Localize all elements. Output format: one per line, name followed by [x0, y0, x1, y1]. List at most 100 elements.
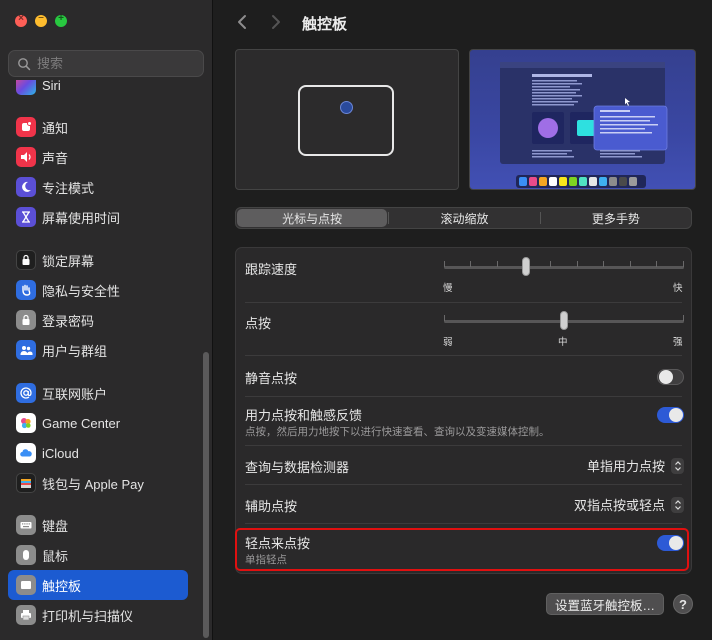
- sidebar-item-label: 隐私与安全性: [42, 283, 121, 299]
- sidebar-item-screen-time[interactable]: 屏幕使用时间: [8, 202, 188, 232]
- trackpad-gesture-preview: [235, 49, 459, 190]
- chevron-left-icon: [238, 15, 246, 29]
- sidebar-item-label: 钱包与 Apple Pay: [42, 476, 144, 492]
- toggle-thumb: [659, 370, 673, 384]
- sidebar-item-label: iCloud: [42, 445, 79, 461]
- sidebar-item-label: 触控板: [42, 578, 82, 594]
- sidebar-item-login-password[interactable]: 登录密码: [8, 305, 188, 335]
- sidebar-item-label: 登录密码: [42, 313, 95, 329]
- click-pressure-row: 点按 弱 中 强: [236, 303, 693, 355]
- sidebar-item-label: 用户与群组: [42, 343, 108, 359]
- slider-high-label: 强: [673, 337, 683, 348]
- sidebar-item-label: 屏幕使用时间: [42, 210, 121, 226]
- siri-icon: [16, 80, 36, 95]
- lookup-popup[interactable]: 单指用力点按: [587, 456, 684, 475]
- mouse-icon: [16, 545, 36, 565]
- tab-more-gestures[interactable]: 更多手势: [541, 208, 691, 228]
- printer-icon: [16, 605, 36, 625]
- sidebar-item-printers[interactable]: 打印机与扫描仪: [8, 600, 188, 630]
- keyboard-icon: [16, 515, 36, 535]
- tab-point-click[interactable]: 光标与点按: [237, 209, 388, 227]
- lookup-row: 查询与数据检测器 单指用力点按: [236, 446, 693, 484]
- close-window-button[interactable]: [15, 13, 27, 27]
- sidebar-list: Siri 通知 声音 专注模式 屏幕使用时间 锁定屏幕 隐私与安全性 登录密码 …: [0, 80, 200, 640]
- trackpad-icon: [16, 575, 36, 595]
- trackpad-illustration: [298, 85, 394, 156]
- silent-click-row: 静音点按: [236, 356, 693, 396]
- sidebar-item-label: 声音: [42, 150, 69, 166]
- sidebar-item-lock-screen[interactable]: 锁定屏幕: [8, 245, 188, 275]
- slider-min-label: 慢: [443, 283, 453, 294]
- tab-scroll-zoom[interactable]: 滚动缩放: [389, 208, 539, 228]
- sidebar-item-internet-accounts[interactable]: 互联网账户: [8, 378, 188, 408]
- lock-icon: [16, 310, 36, 330]
- chevron-updown-icon: [671, 496, 684, 513]
- sidebar-item-privacy[interactable]: 隐私与安全性: [8, 275, 188, 305]
- sidebar-item-mouse[interactable]: 鼠标: [8, 540, 188, 570]
- chevron-updown-icon: [671, 457, 684, 474]
- sidebar-item-label: Siri: [42, 80, 61, 93]
- sidebar-item-label: 锁定屏幕: [42, 253, 95, 269]
- sidebar-item-label: 专注模式: [42, 180, 95, 196]
- force-click-toggle[interactable]: [657, 407, 684, 423]
- sidebar-item-focus[interactable]: 专注模式: [8, 172, 188, 202]
- silent-click-label: 静音点按: [245, 371, 298, 386]
- search-input[interactable]: [37, 56, 197, 71]
- sidebar-item-users-groups[interactable]: 用户与群组: [8, 335, 188, 365]
- minimize-window-button[interactable]: [35, 12, 47, 27]
- sidebar-item-label: 键盘: [42, 518, 69, 534]
- zoom-window-button[interactable]: [55, 13, 67, 27]
- sidebar-item-label: Game Center: [42, 415, 121, 431]
- sidebar-item-label: 鼠标: [42, 548, 69, 564]
- page-title: 触控板: [302, 16, 348, 33]
- sidebar-item-sound[interactable]: 声音: [8, 142, 188, 172]
- force-click-label: 用力点按和触感反馈: [245, 408, 363, 423]
- back-button[interactable]: [232, 12, 252, 32]
- sidebar-item-notifications[interactable]: 通知: [8, 112, 188, 142]
- setup-bluetooth-trackpad-button[interactable]: 设置蓝牙触控板…: [546, 593, 664, 615]
- slider-track: [444, 266, 684, 269]
- silent-click-toggle[interactable]: [657, 369, 684, 385]
- tab-control: 光标与点按 滚动缩放 更多手势: [235, 207, 692, 229]
- sidebar-item-icloud[interactable]: iCloud: [8, 438, 188, 468]
- chevron-right-icon: [272, 15, 280, 29]
- secondary-click-label: 辅助点按: [245, 499, 298, 514]
- sidebar-item-wallet[interactable]: 钱包与 Apple Pay: [8, 468, 188, 498]
- window-controls: [15, 12, 67, 27]
- force-click-description: 点按，然后用力地按下以进行快速查看、查询以及变速媒体控制。: [245, 426, 550, 438]
- forward-button[interactable]: [266, 12, 286, 32]
- sidebar-item-siri[interactable]: Siri: [8, 80, 188, 100]
- sidebar-item-label: 打印机与扫描仪: [42, 608, 134, 624]
- at-icon: [16, 383, 36, 403]
- highlight-annotation: [235, 528, 689, 571]
- cloud-icon: [16, 443, 36, 463]
- hand-icon: [16, 280, 36, 300]
- slider-max-label: 快: [673, 283, 683, 294]
- force-click-row: 用力点按和触感反馈 点按，然后用力地按下以进行快速查看、查询以及变速媒体控制。: [236, 397, 693, 445]
- sidebar: Siri 通知 声音 专注模式 屏幕使用时间 锁定屏幕 隐私与安全性 登录密: [0, 0, 213, 640]
- secondary-click-value: 双指点按或轻点: [573, 498, 665, 513]
- settings-panel: 跟踪速度 慢 快 点按 弱 中 强 静音点按 用力点按和触感反馈 点按，然后用力…: [235, 247, 692, 574]
- lock-screen-icon: [16, 250, 36, 270]
- sidebar-item-label: 互联网账户: [42, 386, 108, 402]
- toggle-thumb: [669, 408, 683, 422]
- desktop-preview-illustration: [500, 62, 668, 188]
- search-field[interactable]: [8, 50, 204, 77]
- sidebar-item-game-center[interactable]: Game Center: [8, 408, 188, 438]
- wallet-icon: [16, 473, 36, 493]
- sidebar-scrollbar[interactable]: [203, 352, 209, 638]
- toolbar: 触控板: [214, 0, 712, 44]
- search-icon: [18, 57, 31, 70]
- help-button[interactable]: ?: [673, 594, 693, 614]
- speaker-icon: [16, 147, 36, 167]
- finger-dot-icon: [340, 101, 353, 114]
- slider-knob[interactable]: [560, 311, 568, 330]
- secondary-click-popup[interactable]: 双指点按或轻点: [574, 495, 684, 514]
- tracking-speed-row: 跟踪速度 慢 快: [236, 248, 693, 302]
- slider-knob[interactable]: [521, 257, 530, 276]
- sidebar-item-keyboard[interactable]: 键盘: [8, 510, 188, 540]
- sidebar-item-trackpad[interactable]: 触控板: [8, 570, 188, 600]
- game-center-icon: [16, 413, 36, 433]
- secondary-click-row: 辅助点按 双指点按或轻点: [236, 485, 693, 523]
- hourglass-icon: [16, 207, 36, 227]
